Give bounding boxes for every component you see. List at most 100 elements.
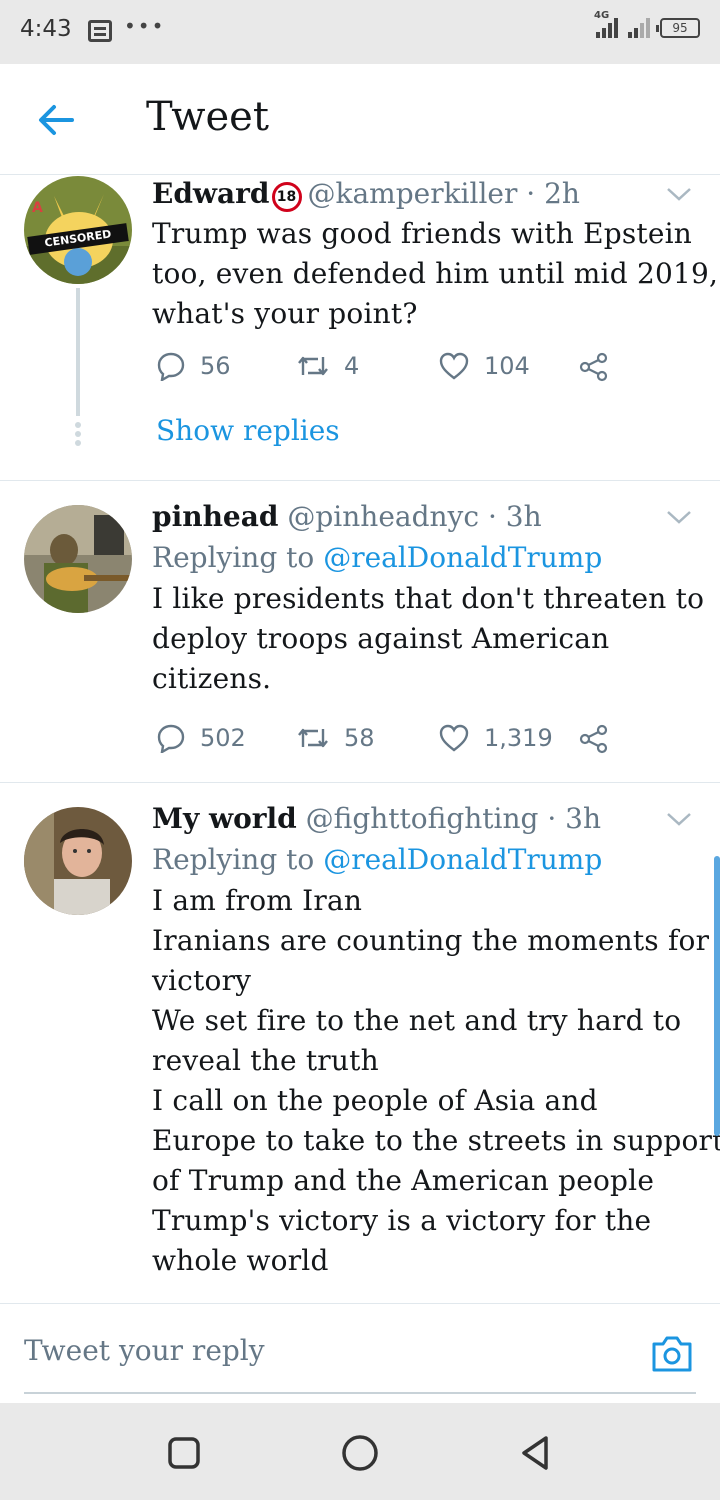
share-button[interactable] xyxy=(578,723,610,755)
mention-link[interactable]: @realDonaldTrump xyxy=(323,541,602,574)
avatar[interactable]: A CENSORED xyxy=(24,176,132,284)
tweet-text-line: too, even defended him until mid 2019, xyxy=(152,257,719,290)
tweet-text-line: I call on the people of Asia and xyxy=(152,1084,598,1117)
tweet-text-line: deploy troops against American xyxy=(152,622,610,655)
home-icon[interactable] xyxy=(340,1433,380,1473)
heart-icon xyxy=(439,352,469,380)
status-bar: 4:43 ••• 4G 95 xyxy=(0,0,720,64)
back-arrow-icon[interactable] xyxy=(32,100,80,140)
avatar[interactable] xyxy=(24,807,132,915)
heart-icon xyxy=(439,724,469,752)
tweet-actions: 502 58 1,319 xyxy=(152,723,622,763)
notification-icon xyxy=(88,20,112,42)
replying-to-label: Replying to xyxy=(152,843,315,876)
reply-button[interactable]: 56 xyxy=(156,351,231,381)
battery-icon: 95 xyxy=(656,18,700,38)
retweet-button[interactable]: 4 xyxy=(296,351,359,381)
tweet-text-line: what's your point? xyxy=(152,297,418,330)
reply-input-underline xyxy=(24,1392,696,1394)
tweet-time: · 2h xyxy=(526,177,580,210)
like-count: 104 xyxy=(484,352,530,380)
tweet-item[interactable]: pinhead @pinheadnyc · 3h Replying to @re… xyxy=(0,481,720,783)
tweet-text-line: of Trump and the American people xyxy=(152,1164,655,1197)
more-notifications-icon: ••• xyxy=(124,14,166,38)
show-replies-link[interactable]: Show replies xyxy=(156,414,340,447)
tweet-text-line: victory xyxy=(152,964,252,997)
age-badge-icon: 18 xyxy=(271,182,302,212)
back-nav-icon[interactable] xyxy=(516,1433,556,1473)
svg-text:A: A xyxy=(32,200,43,216)
battery-level: 95 xyxy=(672,21,688,35)
user-handle[interactable]: @pinheadnyc xyxy=(287,500,479,533)
reply-input[interactable]: Tweet your reply xyxy=(24,1334,265,1367)
tweet-time: · 3h xyxy=(487,500,542,533)
tweet-item[interactable]: My world @fighttofighting · 3h Replying … xyxy=(0,783,720,1303)
network-type-label: 4G xyxy=(594,10,610,21)
recent-apps-icon[interactable] xyxy=(164,1433,204,1473)
age-badge-label: 18 xyxy=(276,189,297,205)
top-app-bar: Tweet xyxy=(0,64,720,175)
status-time: 4:43 xyxy=(20,16,72,42)
user-handle[interactable]: @kamperkiller xyxy=(308,177,518,210)
tweet-header: pinhead @pinheadnyc · 3h xyxy=(152,497,696,537)
page-title: Tweet xyxy=(146,94,269,140)
reply-icon xyxy=(157,352,185,381)
avatar-image xyxy=(24,505,132,613)
share-icon xyxy=(579,352,608,382)
tweet-item[interactable]: A CENSORED Edward 18 @kamperkiller · 2h Tr… xyxy=(0,176,720,481)
mention-link[interactable]: @realDonaldTrump xyxy=(323,843,602,876)
signal-icon xyxy=(628,16,650,38)
reply-button[interactable]: 502 xyxy=(156,723,246,753)
tweet-text-line: reveal the truth xyxy=(152,1044,379,1077)
replying-to: Replying to @realDonaldTrump xyxy=(152,537,696,579)
tweet-text-line: I like presidents that don't threaten to xyxy=(152,582,705,615)
tweet-body: pinhead @pinheadnyc · 3h Replying to @re… xyxy=(152,497,705,699)
tweet-text: I like presidents that don't threaten to… xyxy=(152,579,705,699)
share-button[interactable] xyxy=(578,351,610,383)
scrollbar[interactable] xyxy=(714,856,720,1136)
retweet-icon xyxy=(298,356,328,376)
thread-dot xyxy=(75,422,81,428)
tweet-text: I am from Iran Iranians are counting the… xyxy=(152,881,720,1281)
tweet-text-line: whole world xyxy=(152,1244,329,1277)
display-name[interactable]: pinhead xyxy=(152,500,278,533)
tweet-text-line: Trump was good friends with Epstein xyxy=(152,217,693,250)
share-icon xyxy=(579,724,608,754)
like-button[interactable]: 1,319 xyxy=(438,723,553,753)
tweet-text-line: Iranians are counting the moments for xyxy=(152,924,710,957)
tweet-text: Trump was good friends with Epstein too,… xyxy=(152,214,719,334)
chevron-down-icon[interactable] xyxy=(666,186,692,202)
retweet-count: 58 xyxy=(344,724,375,752)
tweet-text-line: Trump's victory is a victory for the xyxy=(152,1204,652,1237)
avatar-image xyxy=(24,807,132,915)
avatar[interactable] xyxy=(24,505,132,613)
tweet-body: My world @fighttofighting · 3h Replying … xyxy=(152,799,720,1281)
display-name[interactable]: My world xyxy=(152,802,297,835)
tweet-text-line: citizens. xyxy=(152,662,272,695)
thread-dot xyxy=(75,440,81,446)
tweet-text-line: Europe to take to the streets in support xyxy=(152,1124,720,1157)
tweet-body: Edward 18 @kamperkiller · 2h Trump was goo… xyxy=(152,174,719,334)
tweet-text-line: I am from Iran xyxy=(152,884,363,917)
tweet-time: · 3h xyxy=(547,802,602,835)
reply-count: 56 xyxy=(200,352,231,380)
camera-icon[interactable] xyxy=(650,1334,694,1374)
tweet-header: Edward 18 @kamperkiller · 2h xyxy=(152,174,696,214)
user-handle[interactable]: @fighttofighting xyxy=(306,802,539,835)
chevron-down-icon[interactable] xyxy=(666,811,692,827)
retweet-icon xyxy=(298,728,328,748)
system-nav-bar xyxy=(0,1403,720,1500)
replying-to: Replying to @realDonaldTrump xyxy=(152,839,696,881)
tweet-text-line: We set fire to the net and try hard to xyxy=(152,1004,682,1037)
thread-line xyxy=(76,288,80,416)
retweet-count: 4 xyxy=(344,352,360,380)
chevron-down-icon[interactable] xyxy=(666,509,692,525)
reply-composer: Tweet your reply xyxy=(0,1303,720,1403)
status-indicators: 4G 95 xyxy=(594,10,700,38)
reply-icon xyxy=(157,724,185,753)
retweet-button[interactable]: 58 xyxy=(296,723,375,753)
like-button[interactable]: 104 xyxy=(438,351,530,381)
display-name[interactable]: Edward xyxy=(152,177,270,210)
tweet-header: My world @fighttofighting · 3h xyxy=(152,799,696,839)
like-count: 1,319 xyxy=(484,724,553,752)
